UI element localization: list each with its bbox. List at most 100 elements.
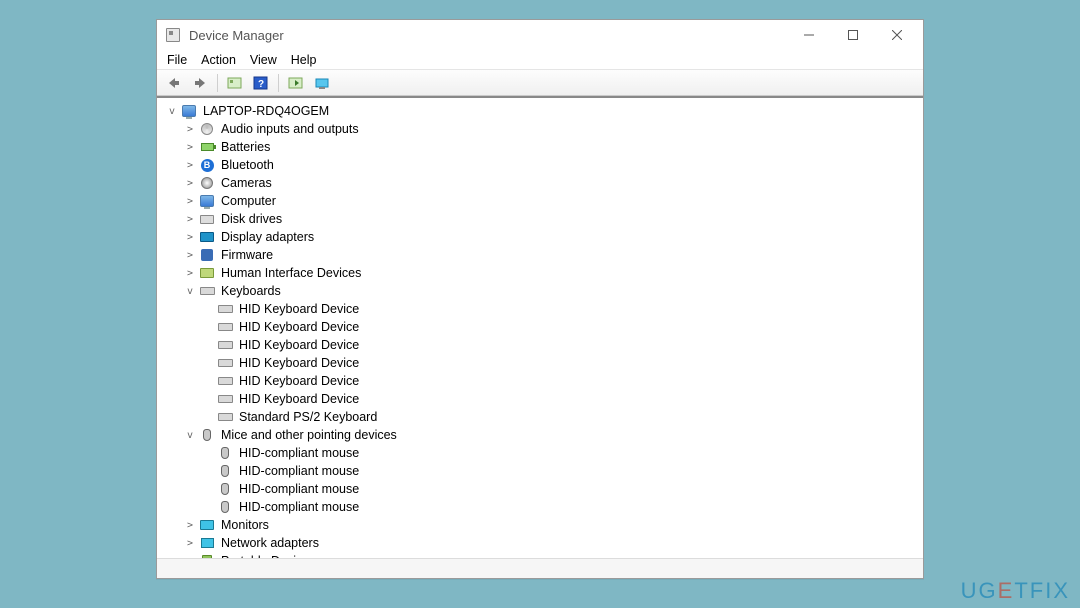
display-icon — [199, 229, 215, 245]
tree-item-label: Human Interface Devices — [219, 266, 361, 280]
computer-icon — [199, 193, 215, 209]
keyboard-icon — [217, 373, 233, 389]
tree-category[interactable]: >B Bluetooth — [165, 156, 923, 174]
menubar: File Action View Help — [157, 50, 923, 70]
tree-device[interactable]: >HID Keyboard Device — [165, 354, 923, 372]
tree-category[interactable]: > Disk drives — [165, 210, 923, 228]
toolbar: ? — [157, 70, 923, 96]
expand-icon[interactable]: > — [183, 268, 197, 279]
keyboard-icon — [217, 355, 233, 371]
tree-item-label: HID-compliant mouse — [237, 464, 359, 478]
mouse-icon — [217, 445, 233, 461]
tree-item-label: HID Keyboard Device — [237, 356, 359, 370]
tree-item-label: HID Keyboard Device — [237, 320, 359, 334]
expand-icon[interactable]: > — [183, 142, 197, 153]
tree-category[interactable]: > Computer — [165, 192, 923, 210]
tree-item-label: HID-compliant mouse — [237, 446, 359, 460]
forward-button[interactable] — [189, 73, 211, 93]
watermark: UGETFIX — [961, 578, 1070, 604]
minimize-button[interactable] — [787, 21, 831, 49]
collapse-icon[interactable]: v — [165, 106, 179, 117]
mouse-icon — [217, 481, 233, 497]
tree-item-label: Network adapters — [219, 536, 319, 550]
tree-category[interactable]: >Batteries — [165, 138, 923, 156]
tree-item-label: Audio inputs and outputs — [219, 122, 359, 136]
expand-icon[interactable]: > — [183, 178, 197, 189]
menu-view[interactable]: View — [250, 53, 277, 67]
tree-item-label: Computer — [219, 194, 276, 208]
tree-root[interactable]: v LAPTOP-RDQ4OGEM — [165, 102, 923, 120]
tree-category[interactable]: > Display adapters — [165, 228, 923, 246]
root-icon — [181, 103, 197, 119]
tree-device[interactable]: >HID-compliant mouse — [165, 480, 923, 498]
tree-category[interactable]: > Audio inputs and outputs — [165, 120, 923, 138]
scan-button[interactable] — [285, 73, 307, 93]
camera-icon — [199, 175, 215, 191]
back-button[interactable] — [163, 73, 185, 93]
close-button[interactable] — [875, 21, 919, 49]
network-icon — [199, 535, 215, 551]
tree-category[interactable]: vKeyboards — [165, 282, 923, 300]
keyboard-icon — [217, 301, 233, 317]
menu-file[interactable]: File — [167, 53, 187, 67]
maximize-button[interactable] — [831, 21, 875, 49]
tree-device[interactable]: >HID Keyboard Device — [165, 300, 923, 318]
help-button[interactable]: ? — [250, 73, 272, 93]
tree-item-label: Mice and other pointing devices — [219, 428, 397, 442]
keyboard-icon — [199, 283, 215, 299]
tree-device[interactable]: >Standard PS/2 Keyboard — [165, 408, 923, 426]
app-icon — [165, 27, 181, 43]
disk-icon — [199, 211, 215, 227]
expand-icon[interactable]: > — [183, 232, 197, 243]
mouse-icon — [217, 499, 233, 515]
tree-item-label: Bluetooth — [219, 158, 274, 172]
expand-icon[interactable]: > — [183, 214, 197, 225]
show-hidden-button[interactable] — [224, 73, 246, 93]
expand-icon[interactable]: > — [183, 196, 197, 207]
expand-icon[interactable]: > — [183, 160, 197, 171]
expand-icon[interactable]: > — [183, 520, 197, 531]
svg-text:?: ? — [258, 79, 264, 90]
device-tree[interactable]: v LAPTOP-RDQ4OGEM > Audio inputs and output… — [157, 98, 923, 558]
mouse-icon — [217, 463, 233, 479]
expand-icon[interactable]: > — [183, 124, 197, 135]
tree-category[interactable]: > Network adapters — [165, 534, 923, 552]
keyboard-icon — [217, 337, 233, 353]
expand-icon[interactable]: > — [183, 538, 197, 549]
tree-device[interactable]: >HID-compliant mouse — [165, 462, 923, 480]
collapse-icon[interactable]: v — [183, 286, 197, 297]
hid-icon — [199, 265, 215, 281]
tree-category[interactable]: v Mice and other pointing devices — [165, 426, 923, 444]
tree-category[interactable]: >Cameras — [165, 174, 923, 192]
tree-item-label: HID Keyboard Device — [237, 392, 359, 406]
tree-item-label: Display adapters — [219, 230, 314, 244]
tree-device[interactable]: >HID Keyboard Device — [165, 318, 923, 336]
monitor-icon — [199, 517, 215, 533]
tree-category[interactable]: >Monitors — [165, 516, 923, 534]
collapse-icon[interactable]: v — [183, 430, 197, 441]
menu-action[interactable]: Action — [201, 53, 236, 67]
statusbar — [157, 558, 923, 578]
tree-device[interactable]: >HID-compliant mouse — [165, 444, 923, 462]
tree-item-label: HID-compliant mouse — [237, 500, 359, 514]
tree-category[interactable]: > Human Interface Devices — [165, 264, 923, 282]
tree-item-label: LAPTOP-RDQ4OGEM — [201, 104, 329, 118]
menu-help[interactable]: Help — [291, 53, 317, 67]
tree-device[interactable]: >HID Keyboard Device — [165, 372, 923, 390]
properties-button[interactable] — [311, 73, 333, 93]
tree-item-label: HID Keyboard Device — [237, 338, 359, 352]
tree-device[interactable]: >HID Keyboard Device — [165, 336, 923, 354]
tree-item-label: Disk drives — [219, 212, 282, 226]
firmware-icon — [199, 247, 215, 263]
tree-item-label: Standard PS/2 Keyboard — [237, 410, 377, 424]
tree-device[interactable]: >HID-compliant mouse — [165, 498, 923, 516]
tree-category[interactable]: > Firmware — [165, 246, 923, 264]
expand-icon[interactable]: > — [183, 250, 197, 261]
keyboard-icon — [217, 409, 233, 425]
tree-device[interactable]: >HID Keyboard Device — [165, 390, 923, 408]
tree-item-label: Firmware — [219, 248, 273, 262]
bluetooth-icon: B — [199, 157, 215, 173]
tree-item-label: HID Keyboard Device — [237, 374, 359, 388]
keyboard-icon — [217, 391, 233, 407]
mouse-icon — [199, 427, 215, 443]
